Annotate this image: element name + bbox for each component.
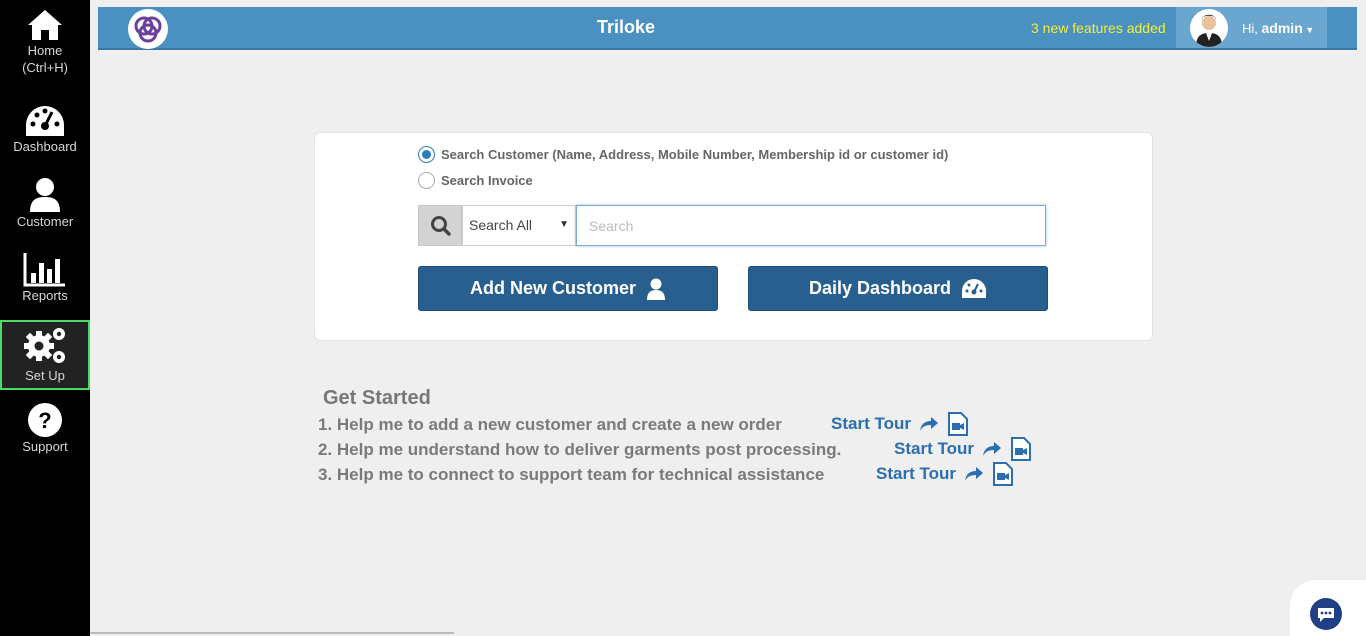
sidebar-item-setup[interactable]: Set Up bbox=[0, 320, 90, 390]
chat-button[interactable] bbox=[1310, 598, 1342, 630]
gears-icon bbox=[24, 328, 65, 363]
start-tour-label: Start Tour bbox=[876, 464, 956, 483]
svg-text:?: ? bbox=[38, 408, 51, 433]
get-started-item: 3. Help me to connect to support team fo… bbox=[318, 465, 825, 484]
sidebar-item-reports[interactable]: Reports bbox=[0, 251, 90, 321]
search-input[interactable] bbox=[576, 205, 1046, 246]
search-icon bbox=[431, 216, 451, 236]
share-arrow-icon bbox=[964, 467, 983, 481]
search-customer-option[interactable]: Search Customer (Name, Address, Mobile N… bbox=[418, 146, 948, 163]
video-file-icon bbox=[947, 412, 968, 436]
video-file-icon bbox=[992, 462, 1013, 486]
start-tour-link[interactable]: Start Tour bbox=[876, 462, 1014, 486]
add-new-customer-button[interactable]: Add New Customer bbox=[418, 266, 718, 311]
sidebar-item-shortcut: (Ctrl+H) bbox=[22, 60, 68, 75]
start-tour-label: Start Tour bbox=[894, 439, 974, 458]
radio-label: Search Invoice bbox=[441, 173, 533, 188]
bar-chart-icon bbox=[23, 253, 65, 287]
sidebar-item-label: Dashboard bbox=[13, 139, 77, 154]
horizontal-scrollbar[interactable] bbox=[90, 632, 454, 634]
radio-search-customer[interactable] bbox=[418, 146, 435, 163]
user-icon bbox=[647, 278, 666, 300]
username: admin bbox=[1261, 20, 1303, 36]
sidebar-item-label: Customer bbox=[16, 214, 74, 229]
start-tour-link[interactable]: Start Tour bbox=[831, 412, 969, 436]
search-bar: Search All ▼ bbox=[418, 205, 1046, 246]
radio-search-invoice[interactable] bbox=[418, 172, 435, 189]
sidebar-item-label: Home bbox=[27, 43, 63, 58]
video-file-icon bbox=[1010, 437, 1031, 461]
start-tour-link[interactable]: Start Tour bbox=[894, 437, 1032, 461]
avatar bbox=[1190, 9, 1228, 47]
sidebar-item-label: Support bbox=[22, 439, 68, 454]
user-icon bbox=[30, 178, 60, 212]
question-icon: ? bbox=[28, 403, 62, 437]
user-menu[interactable]: Hi, admin ▼ bbox=[1176, 7, 1327, 48]
app-title: Triloke bbox=[596, 17, 656, 37]
share-arrow-icon bbox=[982, 442, 1001, 456]
search-invoice-option[interactable]: Search Invoice bbox=[418, 172, 533, 189]
sidebar-item-dashboard[interactable]: Dashboard bbox=[0, 104, 90, 174]
get-started-title: Get Started bbox=[323, 387, 431, 409]
sidebar-item-label: Reports bbox=[22, 288, 68, 303]
chevron-down-icon: ▼ bbox=[1302, 25, 1315, 35]
chat-icon bbox=[1318, 608, 1334, 622]
chevron-down-icon: ▼ bbox=[559, 219, 569, 230]
search-scope-select[interactable]: Search All ▼ bbox=[462, 205, 576, 246]
get-started-item: 1. Help me to add a new customer and cre… bbox=[318, 415, 782, 434]
daily-dashboard-button[interactable]: Daily Dashboard bbox=[748, 266, 1048, 311]
dashboard-icon bbox=[962, 278, 987, 298]
sidebar-item-support[interactable]: ? Support bbox=[0, 402, 90, 472]
top-header: Triloke 3 new features added Hi, admin ▼ bbox=[98, 7, 1357, 50]
sidebar-item-label: Set Up bbox=[25, 368, 65, 383]
search-button[interactable] bbox=[418, 205, 462, 246]
sidebar-item-home[interactable]: Home (Ctrl+H) bbox=[0, 8, 90, 78]
share-arrow-icon bbox=[919, 417, 938, 431]
home-icon bbox=[28, 10, 62, 40]
dashboard-icon bbox=[26, 106, 64, 136]
chat-widget bbox=[1290, 580, 1366, 636]
search-card: Search Customer (Name, Address, Mobile N… bbox=[314, 132, 1153, 341]
button-label: Daily Dashboard bbox=[808, 278, 952, 298]
start-tour-label: Start Tour bbox=[831, 414, 911, 433]
sidebar-item-customer[interactable]: Customer bbox=[0, 177, 90, 247]
greeting-text: Hi, bbox=[1242, 21, 1258, 36]
radio-label: Search Customer (Name, Address, Mobile N… bbox=[441, 147, 949, 162]
button-label: Add New Customer bbox=[469, 278, 637, 298]
search-scope-value: Search All bbox=[469, 217, 533, 233]
get-started-item: 2. Help me understand how to deliver gar… bbox=[318, 440, 842, 459]
user-greeting: Hi, admin ▼ bbox=[1242, 20, 1314, 36]
sidebar: Home (Ctrl+H) Dashboard Customer Reports… bbox=[0, 0, 90, 636]
new-features-link[interactable]: 3 new features added bbox=[1031, 20, 1166, 36]
